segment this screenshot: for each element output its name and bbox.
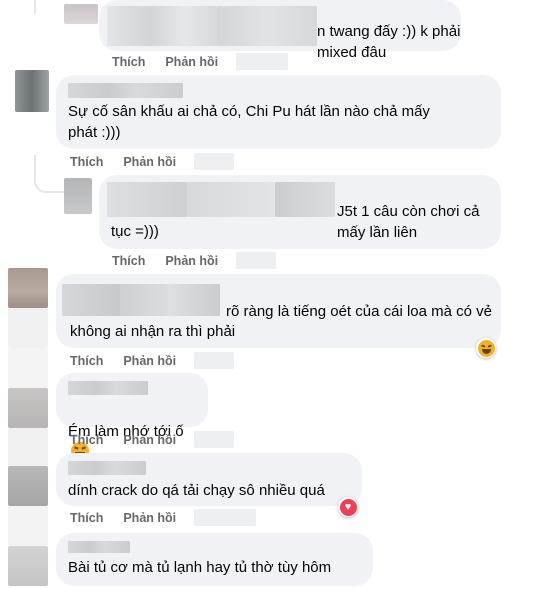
comment-actions: Thích Phản hồi (70, 153, 235, 170)
comment-actions: Thích Phản hồi (70, 431, 235, 448)
comment-text: rõ ràng là tiếng oét của cái loa mà có v… (226, 303, 492, 320)
commenter-name-blurred (68, 83, 183, 98)
comment-actions: Thích Phản hồi (70, 509, 257, 526)
comment-text: dính crack do qá tải chạy sô nhiều quá (68, 482, 325, 499)
comment-actions: Thích Phản hồi (112, 252, 277, 269)
reply-button[interactable]: Phản hồi (123, 433, 176, 447)
comment-bubble: Sự cố sân khấu ai chả có, Chi Pu hát lần… (56, 75, 501, 149)
reply-button[interactable]: Phản hồi (165, 254, 218, 268)
thread-line (34, 0, 36, 14)
reply-button[interactable]: Phản hồi (123, 511, 176, 525)
commenter-name-blurred (168, 284, 220, 316)
avatar-placeholder (8, 348, 48, 388)
commenter-name-blurred (62, 284, 120, 316)
love-reaction-icon[interactable]: ♥ (338, 497, 358, 517)
comment-bubble: dính crack do qá tải chạy sô nhiều quá (56, 453, 362, 506)
avatar[interactable] (8, 268, 48, 308)
haha-reaction-icon[interactable] (476, 338, 496, 358)
comment-bubble: J5t 1 câu còn chơi cả mấy lần liên tục =… (99, 175, 501, 249)
comment-actions: Thích Phản hồi (112, 53, 289, 70)
like-button[interactable]: Thích (70, 354, 103, 368)
comment-text: Bài tủ cơ mà tủ lạnh hay tủ thờ tùy hôm (68, 559, 332, 576)
commenter-name-blurred (217, 6, 317, 46)
like-button[interactable]: Thích (112, 254, 145, 268)
comment-text: n twang đấy :)) k phải mixed đâu (317, 23, 461, 61)
avatar[interactable] (8, 546, 48, 586)
comment-text: Sự cố sân khấu ai chả có, Chi Pu hát lần… (68, 103, 430, 141)
commenter-name-blurred (275, 182, 335, 217)
comment-actions: Thích Phản hồi (70, 352, 235, 369)
avatar[interactable] (64, 4, 98, 24)
timestamp-blurred (194, 352, 235, 369)
avatar[interactable] (8, 388, 48, 428)
commenter-name-blurred (107, 182, 187, 217)
like-button[interactable]: Thích (70, 511, 103, 525)
commenter-name-blurred (187, 182, 275, 217)
timestamp-blurred (194, 509, 257, 526)
commenter-name-blurred (107, 6, 217, 46)
thread-connector (34, 155, 64, 193)
comment-text: J5t 1 câu còn chơi cả mấy lần liên (337, 203, 480, 241)
avatar-placeholder (8, 506, 48, 546)
timestamp-blurred (194, 431, 235, 448)
like-button[interactable]: Thích (112, 55, 145, 69)
commenter-name-blurred (68, 461, 146, 475)
like-button[interactable]: Thích (70, 433, 103, 447)
comment-bubble: Bài tủ cơ mà tủ lạnh hay tủ thờ tùy hôm (56, 533, 373, 586)
comment-bubble: rõ ràng là tiếng oét của cái loa mà có v… (56, 274, 501, 348)
comment-bubble: Ém làm nhớ tới ố (56, 373, 208, 460)
commenter-name-blurred (120, 284, 168, 316)
avatar[interactable] (15, 70, 49, 112)
reply-button[interactable]: Phản hồi (123, 155, 176, 169)
avatar-placeholder (8, 428, 48, 468)
timestamp-blurred (194, 153, 235, 170)
timestamp-blurred (236, 252, 277, 269)
avatar[interactable] (64, 178, 92, 214)
commenter-name-blurred (68, 381, 148, 395)
reply-button[interactable]: Phản hồi (165, 55, 218, 69)
comment-text: không ai nhận ra thì phải (70, 323, 236, 340)
avatar-placeholder (8, 308, 48, 348)
timestamp-blurred (236, 53, 289, 70)
comment-bubble: n twang đấy :)) k phải mixed đâu (99, 0, 461, 61)
avatar[interactable] (8, 466, 48, 506)
like-button[interactable]: Thích (70, 155, 103, 169)
reply-button[interactable]: Phản hồi (123, 354, 176, 368)
commenter-name-blurred (68, 541, 130, 553)
comment-text: tục =))) (111, 223, 159, 240)
